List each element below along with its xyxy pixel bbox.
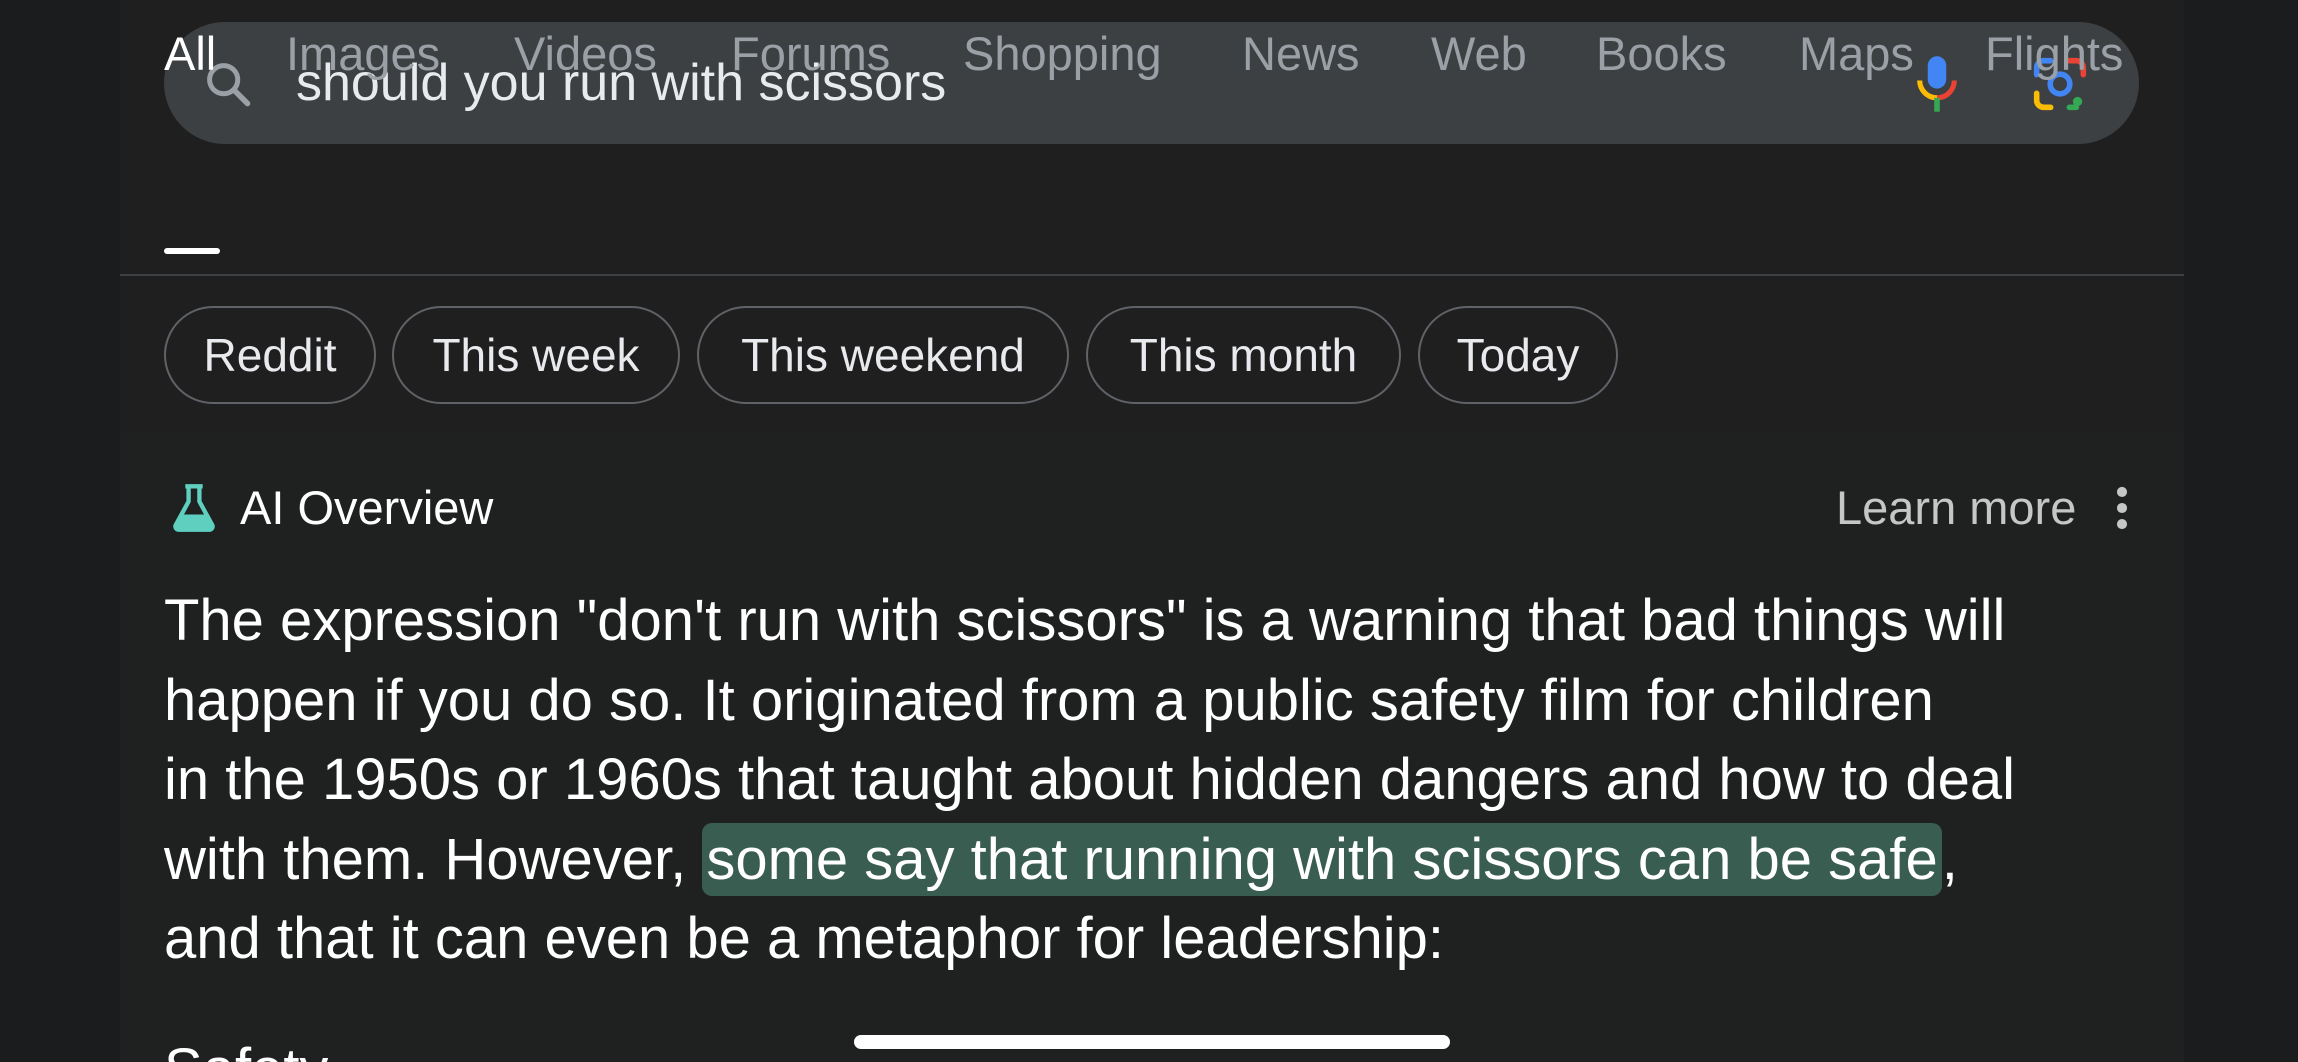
- learn-more-link[interactable]: Learn more: [1836, 478, 2076, 538]
- more-vert-icon[interactable]: [2110, 485, 2134, 531]
- ai-overview-title: AI Overview: [240, 481, 494, 534]
- ai-overview-text: The expression "don't run with scissors"…: [164, 581, 2174, 979]
- tab-forums[interactable]: Forums: [731, 14, 890, 94]
- screen: should you run with scissors All Images …: [0, 0, 2298, 1062]
- overview-line-3: in the 1950s or 1960s that taught about …: [164, 747, 2015, 812]
- flask-icon: [173, 484, 215, 532]
- overview-line-4: with them. However, some say that runnin…: [164, 820, 2174, 900]
- tab-videos[interactable]: Videos: [514, 14, 657, 94]
- chip-this-weekend[interactable]: This weekend: [697, 306, 1069, 404]
- tab-books[interactable]: Books: [1596, 14, 1727, 94]
- tab-maps[interactable]: Maps: [1799, 14, 1914, 94]
- chip-reddit[interactable]: Reddit: [164, 306, 376, 404]
- search-tabs: [120, 180, 2184, 276]
- active-tab-indicator: [164, 248, 220, 254]
- tab-shopping[interactable]: Shopping: [963, 14, 1162, 94]
- mic-icon[interactable]: [1909, 54, 1965, 114]
- overview-line-1: The expression "don't run with scissors"…: [164, 588, 2006, 653]
- line4-before: with them. However,: [164, 826, 703, 892]
- tab-news[interactable]: News: [1242, 14, 1360, 94]
- overview-line-5: and that it can even be a metaphor for l…: [164, 906, 1445, 971]
- chip-this-week[interactable]: This week: [392, 306, 680, 404]
- chip-today[interactable]: Today: [1418, 306, 1618, 404]
- tab-web[interactable]: Web: [1431, 14, 1527, 94]
- tab-flights[interactable]: Flights: [1985, 14, 2123, 94]
- tab-all[interactable]: All: [164, 14, 216, 94]
- line4-after: ,: [1941, 826, 1958, 892]
- chip-this-month[interactable]: This month: [1086, 306, 1401, 404]
- tab-images[interactable]: Images: [286, 14, 440, 94]
- highlighted-claim[interactable]: some say that running with scissors can …: [702, 822, 1942, 896]
- section-heading-safety: Safety: [164, 1030, 328, 1062]
- home-indicator[interactable]: [854, 1035, 1450, 1049]
- overview-line-2: happen if you do so. It originated from …: [164, 667, 1934, 733]
